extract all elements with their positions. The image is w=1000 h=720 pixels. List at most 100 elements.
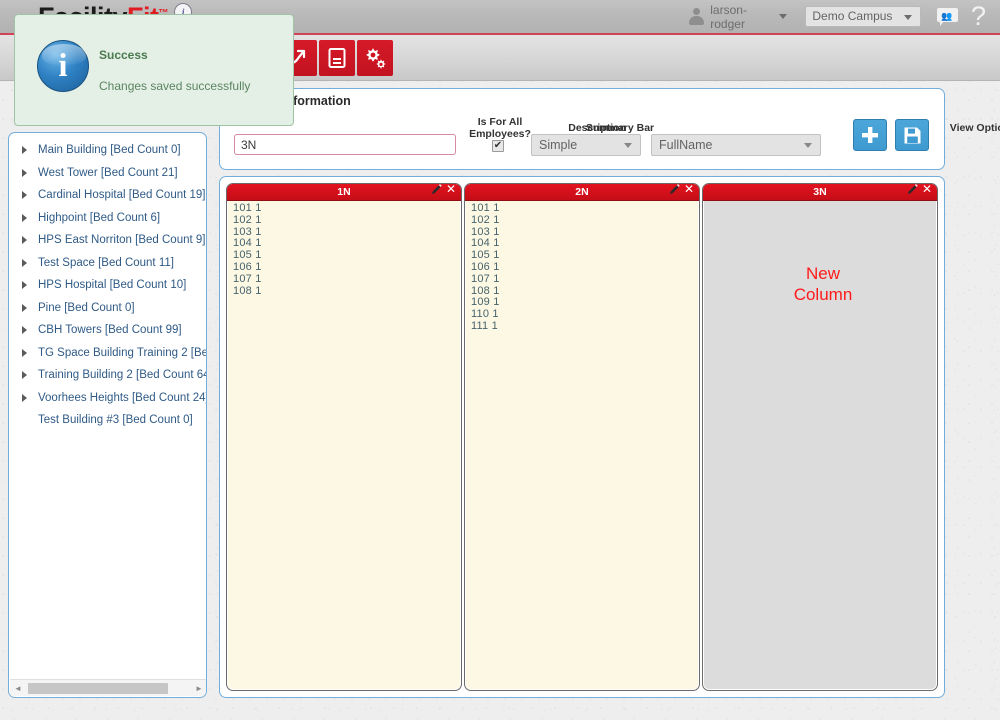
- tree-item-label: Voorhees Heights [Bed Count 24]: [38, 391, 206, 404]
- column-row[interactable]: 108 1: [233, 285, 461, 298]
- column-row[interactable]: 109 1: [471, 297, 699, 309]
- edit-pencil-icon[interactable]: [669, 184, 680, 195]
- chevron-down-icon: [904, 15, 913, 20]
- expand-arrow-icon[interactable]: [17, 258, 31, 267]
- column-row[interactable]: 103 1: [233, 226, 461, 239]
- expand-arrow-icon[interactable]: [17, 168, 31, 177]
- tree-item[interactable]: HPS East Norriton [Bed Count 9]: [9, 229, 206, 252]
- column-header: 1N ✕: [227, 184, 461, 201]
- column-card[interactable]: 3N ✕ New Column: [702, 183, 938, 691]
- tree-item-label: CBH Towers [Bed Count 99]: [38, 324, 182, 337]
- tree-item-label: West Tower [Bed Count 21]: [38, 166, 178, 179]
- column-row[interactable]: 101 1: [233, 202, 461, 215]
- help-question-icon[interactable]: ?: [971, 3, 986, 30]
- scrollbar-thumb[interactable]: [28, 682, 168, 694]
- column-header-actions: ✕: [907, 184, 932, 195]
- description-input[interactable]: [234, 134, 456, 155]
- tree-item[interactable]: Pine [Bed Count 0]: [9, 297, 206, 320]
- column-body: New Column: [703, 201, 937, 305]
- tree-item[interactable]: CBH Towers [Bed Count 99]: [9, 319, 206, 342]
- close-icon[interactable]: ✕: [922, 184, 932, 195]
- floppy-disk-save-icon: [904, 127, 920, 143]
- tree-item-label: Highpoint [Bed Count 6]: [38, 211, 161, 224]
- tree-item[interactable]: Highpoint [Bed Count 6]: [9, 207, 206, 230]
- column-row[interactable]: 103 1: [471, 226, 699, 239]
- column-row[interactable]: 107 1: [233, 273, 461, 286]
- summary-bar-select[interactable]: Simple: [531, 134, 641, 156]
- settings-gears-icon[interactable]: [357, 40, 393, 76]
- document-icon[interactable]: [319, 40, 355, 76]
- column-body: 101 1 102 1 103 1 104 1 105 1 106 1 107 1 108 1…: [465, 201, 699, 333]
- column-header-actions: ✕: [669, 184, 694, 195]
- column-row[interactable]: 106 1: [471, 261, 699, 274]
- edit-pencil-icon[interactable]: [907, 184, 918, 195]
- view-option-label: View Option: [949, 122, 1000, 134]
- tree-item-label: HPS Hospital [Bed Count 10]: [38, 279, 187, 292]
- columns-strip: 1N ✕ 101 1 102 1 103 1 104 1 105 1 106 1 107 1 10…: [226, 183, 938, 691]
- chat-bubble-icon[interactable]: 👥: [937, 7, 959, 26]
- user-menu-chevron-down-icon[interactable]: [779, 14, 788, 19]
- column-row[interactable]: 104 1: [233, 238, 461, 250]
- sidebar-horizontal-scrollbar[interactable]: ◄ ►: [10, 679, 206, 696]
- column-card[interactable]: 1N ✕ 101 1 102 1 103 1 104 1 105 1 106 1 107 1 10…: [226, 183, 462, 691]
- success-notification[interactable]: i Success Changes saved successfully: [14, 14, 294, 126]
- view-option-value: FullName: [659, 138, 713, 152]
- column-row[interactable]: 105 1: [233, 249, 461, 262]
- close-icon[interactable]: ✕: [446, 184, 456, 195]
- tree-item[interactable]: Voorhees Heights [Bed Count 24]: [9, 387, 206, 410]
- columns-panel: 1N ✕ 101 1 102 1 103 1 104 1 105 1 106 1 107 1 10…: [219, 176, 945, 698]
- scrollbar-track[interactable]: [26, 682, 191, 694]
- column-row[interactable]: 108 1: [471, 285, 699, 298]
- column-row[interactable]: 101 1: [471, 202, 699, 215]
- scroll-left-arrow-icon[interactable]: ◄: [10, 684, 26, 693]
- column-row[interactable]: 106 1: [233, 261, 461, 274]
- save-button[interactable]: [895, 119, 929, 151]
- column-row[interactable]: 102 1: [471, 214, 699, 227]
- column-row[interactable]: 107 1: [471, 273, 699, 286]
- tree-item[interactable]: Test Space [Bed Count 11]: [9, 252, 206, 275]
- tree-item-label: Main Building [Bed Count 0]: [38, 144, 181, 157]
- tree-item[interactable]: Training Building 2 [Bed Count 64]: [9, 364, 206, 387]
- expand-arrow-icon[interactable]: [17, 146, 31, 155]
- new-column-placeholder: New Column: [709, 263, 937, 305]
- column-row[interactable]: 110 1: [471, 308, 699, 321]
- tree-item[interactable]: TG Space Building Training 2 [Bed Co: [9, 342, 206, 365]
- is-for-all-employees-checkbox[interactable]: ✔: [492, 140, 504, 152]
- expand-arrow-icon[interactable]: [17, 303, 31, 312]
- tree-item[interactable]: West Tower [Bed Count 21]: [9, 162, 206, 185]
- campus-select[interactable]: Demo Campus: [805, 6, 922, 27]
- info-icon-glyph: i: [58, 48, 68, 84]
- expand-arrow-icon[interactable]: [17, 371, 31, 380]
- close-icon[interactable]: ✕: [684, 184, 694, 195]
- buildings-tree: Main Building [Bed Count 0] West Tower [B…: [9, 133, 206, 432]
- column-card[interactable]: 2N ✕ 101 1 102 1 103 1 104 1 105 1 106 1 107 1 10…: [464, 183, 700, 691]
- column-title: 1N: [337, 186, 351, 198]
- column-header: 3N ✕: [703, 184, 937, 201]
- expand-arrow-icon[interactable]: [17, 236, 31, 245]
- expand-arrow-icon[interactable]: [17, 213, 31, 222]
- scroll-right-arrow-icon[interactable]: ►: [191, 684, 206, 693]
- column-title: 3N: [813, 186, 827, 198]
- expand-arrow-icon[interactable]: [17, 348, 31, 357]
- notification-message: Changes saved successfully: [99, 79, 251, 93]
- tree-item[interactable]: Cardinal Hospital [Bed Count 19]: [9, 184, 206, 207]
- expand-arrow-icon[interactable]: [17, 281, 31, 290]
- column-row[interactable]: 102 1: [233, 214, 461, 227]
- add-column-button[interactable]: [853, 119, 887, 151]
- tree-item[interactable]: Test Building #3 [Bed Count 0]: [9, 409, 206, 432]
- expand-arrow-icon[interactable]: [17, 191, 31, 200]
- view-option-select[interactable]: FullName: [651, 134, 821, 156]
- tree-item[interactable]: Main Building [Bed Count 0]: [9, 139, 206, 162]
- tree-item-label: HPS East Norriton [Bed Count 9]: [38, 234, 206, 247]
- column-row[interactable]: 111 1: [471, 320, 699, 333]
- summary-bar-label: Summary Bar: [585, 122, 655, 134]
- column-body: 101 1 102 1 103 1 104 1 105 1 106 1 107 1 108 1: [227, 201, 461, 297]
- tree-item[interactable]: HPS Hospital [Bed Count 10]: [9, 274, 206, 297]
- column-row[interactable]: 104 1: [471, 238, 699, 250]
- expand-arrow-icon[interactable]: [17, 326, 31, 335]
- column-row[interactable]: 105 1: [471, 249, 699, 262]
- tree-item-label: Test Space [Bed Count 11]: [38, 256, 174, 269]
- expand-arrow-icon[interactable]: [17, 393, 31, 402]
- edit-pencil-icon[interactable]: [431, 184, 442, 195]
- user-name-label[interactable]: larson-rodger: [710, 3, 774, 31]
